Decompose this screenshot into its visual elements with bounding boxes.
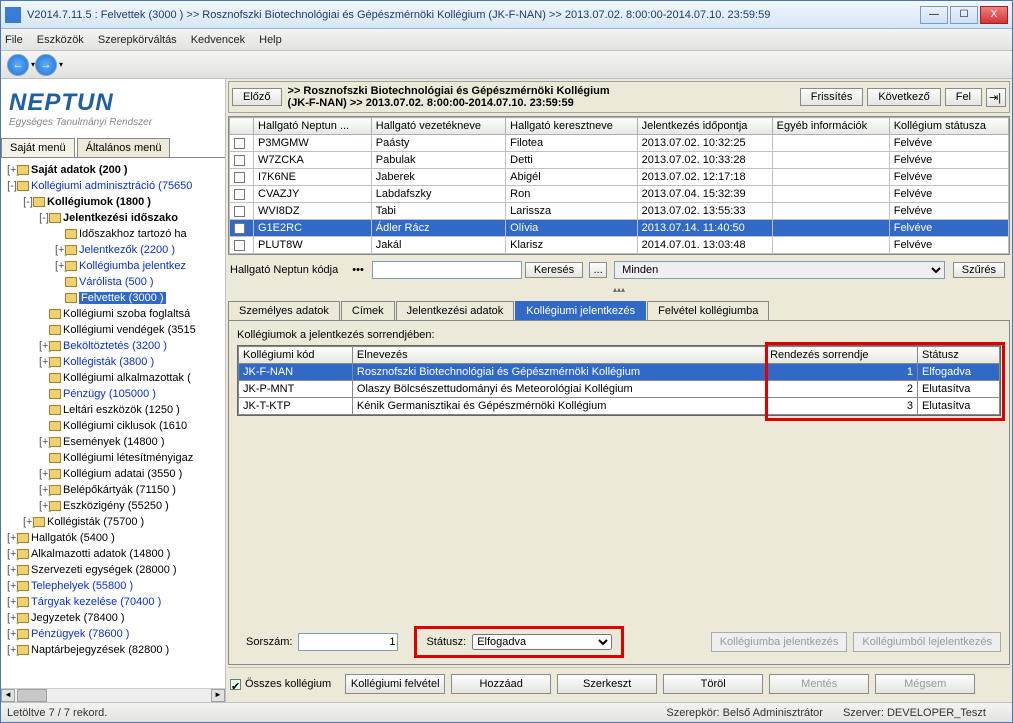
tree-item[interactable]: Kollégiumi vendégek (3515 (3, 322, 223, 338)
tree-item[interactable]: Felvettek (3000 ) (3, 290, 223, 306)
tree-item[interactable]: [-]Jelentkezési időszako (3, 210, 223, 226)
tree-item[interactable]: Kollégiumi alkalmazottak ( (3, 370, 223, 386)
all-dorms-check[interactable]: ✔Összes kollégium (230, 678, 331, 690)
table-row[interactable]: W7ZCKAPabulakDetti2013.07.02. 10:33:28Fe… (230, 152, 1009, 169)
status-role: Szerepkör: Belső Adminisztrátor (666, 707, 823, 719)
tree-item[interactable]: [+]Jegyzetek (78400 ) (3, 610, 223, 626)
tree-item[interactable]: Kollégiumi létesítményigaz (3, 450, 223, 466)
menu-szerepkörváltás[interactable]: Szerepkörváltás (98, 34, 177, 46)
action-button-5: Mégsem (875, 674, 975, 694)
nav-forward-button[interactable]: → (35, 54, 57, 76)
status-record-count: Letöltve 7 / 7 rekord. (7, 707, 107, 719)
tree-item[interactable]: Leltári eszközök (1250 ) (3, 402, 223, 418)
window-title: V2014.7.11.5 : Felvettek (3000 ) >> Rosz… (27, 9, 918, 21)
sorszam-input[interactable] (298, 633, 398, 651)
tree-item[interactable]: [+]Események (14800 ) (3, 434, 223, 450)
refresh-button[interactable]: Frissítés (800, 88, 864, 106)
left-tab-0[interactable]: Saját menü (1, 138, 75, 157)
search-ellipsis-button[interactable]: ... (589, 262, 607, 278)
search-button[interactable]: Keresés (525, 262, 583, 278)
table-row[interactable]: G1E2RCÁdler RáczOlívia2013.07.14. 11:40:… (230, 220, 1009, 237)
filter-select[interactable]: Minden (614, 261, 945, 279)
leave-button: Kollégiumból lejelentkezés (853, 632, 1001, 652)
table-row[interactable]: JK-P-MNTOlaszy Bölcsészettudományi és Me… (239, 381, 1000, 398)
action-button-2[interactable]: Szerkeszt (557, 674, 657, 694)
tree-item[interactable]: [+]Kollégium adatai (3550 ) (3, 466, 223, 482)
tree-item[interactable]: Kollégiumi szoba foglaltsá (3, 306, 223, 322)
table-row[interactable]: WVI8DZTabiLarissza2013.07.02. 13:55:33Fe… (230, 203, 1009, 220)
pin-icon[interactable]: ⇥| (986, 88, 1006, 107)
action-button-4: Mentés (769, 674, 869, 694)
tree-item[interactable]: [+]Naptárbejegyzések (82800 ) (3, 642, 223, 658)
minimize-button[interactable]: — (920, 6, 948, 24)
tree-item[interactable]: [+]Hallgatók (5400 ) (3, 530, 223, 546)
table-row[interactable]: JK-F-NANRosznofszki Biotechnológiai és G… (239, 364, 1000, 381)
action-button-3[interactable]: Töröl (663, 674, 763, 694)
table-row[interactable]: JK-T-KTPKénik Germanisztikai és Gépészmé… (239, 398, 1000, 415)
tree-item[interactable]: Időszakhoz tartozó ha (3, 226, 223, 242)
up-button[interactable]: Fel (945, 88, 982, 106)
detail-tab-4[interactable]: Felvétel kollégiumba (647, 301, 769, 320)
detail-tab-0[interactable]: Személyes adatok (228, 301, 340, 320)
menu-file[interactable]: File (5, 34, 23, 46)
app-icon (5, 7, 21, 23)
tree-item[interactable]: Pénzügy (105000 ) (3, 386, 223, 402)
next-button[interactable]: Következő (867, 88, 940, 106)
tree-item[interactable]: [+]Kollégisták (3800 ) (3, 354, 223, 370)
menu-kedvencek[interactable]: Kedvencek (191, 34, 245, 46)
tree-item[interactable]: [+]Szervezeti egységek (28000 ) (3, 562, 223, 578)
table-row[interactable]: CVAZJYLabdafszkyRon2013.07.04. 15:32:39F… (230, 186, 1009, 203)
tree-item[interactable]: [+]Beköltöztetés (3200 ) (3, 338, 223, 354)
tree-item[interactable]: [+]Jelentkezők (2200 ) (3, 242, 223, 258)
menu-eszközök[interactable]: Eszközök (37, 34, 84, 46)
tree-scroll-h[interactable]: ◄► (1, 688, 225, 702)
nav-back-button[interactable]: ← (7, 54, 29, 76)
detail-tab-2[interactable]: Jelentkezési adatok (396, 301, 515, 320)
maximize-button[interactable]: ☐ (950, 6, 978, 24)
filter-button[interactable]: Szűrés (953, 262, 1005, 278)
action-button-1[interactable]: Hozzáad (451, 674, 551, 694)
detail-tab-3[interactable]: Kollégiumi jelentkezés (515, 301, 646, 320)
table-row[interactable]: I7K6NEJaberekAbigél2013.07.02. 12:17:18F… (230, 169, 1009, 186)
left-tab-1[interactable]: Általános menü (77, 138, 171, 157)
action-button-0[interactable]: Kollégiumi felvétel (345, 674, 445, 694)
prev-button[interactable]: Előző (232, 88, 282, 106)
detail-tab-1[interactable]: Címek (341, 301, 395, 320)
tree-item[interactable]: Kollégiumi ciklusok (1610 (3, 418, 223, 434)
tree-item[interactable]: [+]Kollégiumba jelentkez (3, 258, 223, 274)
tree-item[interactable]: [+]Eszközigény (55250 ) (3, 498, 223, 514)
students-grid[interactable]: Hallgató Neptun ...Hallgató vezetékneveH… (228, 116, 1010, 255)
tree-item[interactable]: Várólista (500 ) (3, 274, 223, 290)
tree-item[interactable]: [-]Kollégiumok (1800 ) (3, 194, 223, 210)
search-input[interactable] (372, 261, 522, 279)
logo: NEPTUN Egységes Tanulmányi Rendszer (1, 79, 225, 134)
status-field-highlight: Státusz: Elfogadva (417, 629, 621, 655)
menu-help[interactable]: Help (259, 34, 282, 46)
tree-item[interactable]: [+]Pénzügyek (78600 ) (3, 626, 223, 642)
tree-item[interactable]: [+]Belépőkártyák (71150 ) (3, 482, 223, 498)
tree-item[interactable]: [+]Tárgyak kezelése (70400 ) (3, 594, 223, 610)
tree-item[interactable]: [+]Alkalmazotti adatok (14800 ) (3, 546, 223, 562)
tree-item[interactable]: [-]Kollégiumi adminisztráció (75650 (3, 178, 223, 194)
collapse-bar[interactable]: ▴▴▴ (228, 285, 1010, 295)
status-select[interactable]: Elfogadva (472, 634, 612, 650)
tree-item[interactable]: [+]Telephelyek (55800 ) (3, 578, 223, 594)
apply-button: Kollégiumba jelentkezés (711, 632, 848, 652)
table-row[interactable]: PLUT8WJakálKlarisz2014.07.01. 13:03:48Fe… (230, 237, 1009, 254)
table-row[interactable]: P3MGMWPaástyFilotea2013.07.02. 10:32:25F… (230, 135, 1009, 152)
applications-grid[interactable]: Kollégiumi kódElnevezésRendezés sorrendj… (237, 345, 1001, 416)
status-server: Szerver: DEVELOPER_Teszt (843, 707, 986, 719)
tree-item[interactable]: [+]Saját adatok (200 ) (3, 162, 223, 178)
tree-item[interactable]: [+]Kollégisták (75700 ) (3, 514, 223, 530)
close-button[interactable]: X (980, 6, 1008, 24)
